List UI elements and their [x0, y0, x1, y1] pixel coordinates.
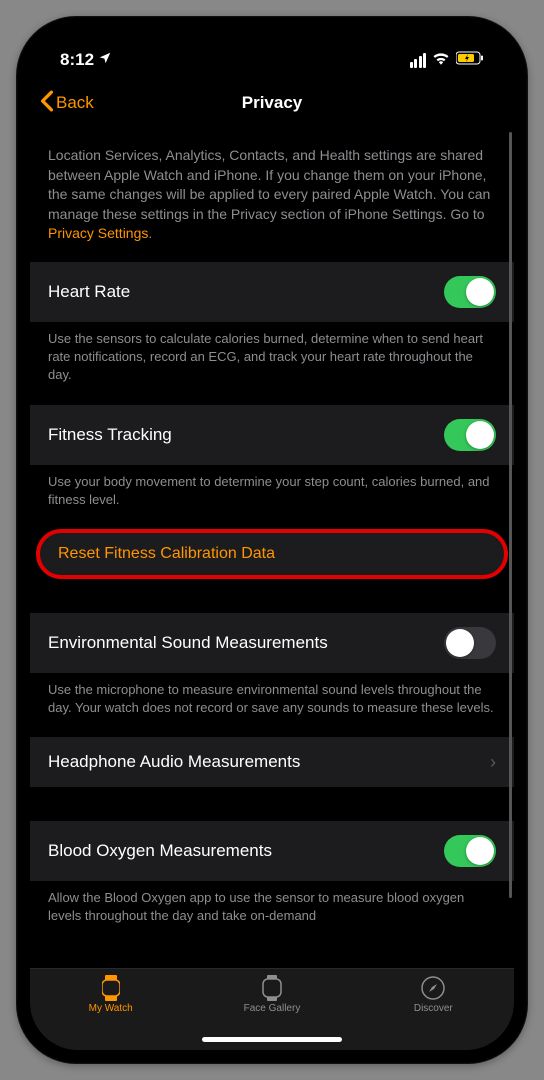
intro-text: Location Services, Analytics, Contacts, …	[30, 126, 514, 262]
blood-oxygen-row: Blood Oxygen Measurements	[30, 821, 514, 881]
tab-discover[interactable]: Discover	[353, 975, 513, 1050]
env-sound-row: Environmental Sound Measurements	[30, 613, 514, 673]
home-indicator[interactable]	[202, 1037, 342, 1042]
chevron-right-icon: ›	[490, 752, 496, 773]
headphone-audio-label: Headphone Audio Measurements	[48, 752, 300, 772]
compass-icon	[420, 975, 446, 1001]
reset-calibration-label: Reset Fitness Calibration Data	[58, 545, 275, 563]
fitness-tracking-row: Fitness Tracking	[30, 405, 514, 465]
heart-rate-label: Heart Rate	[48, 282, 130, 302]
wifi-icon	[432, 50, 450, 70]
page-title: Privacy	[242, 93, 303, 113]
headphone-audio-row[interactable]: Headphone Audio Measurements ›	[30, 737, 514, 787]
heart-rate-footer: Use the sensors to calculate calories bu…	[30, 322, 514, 405]
tab-discover-label: Discover	[414, 1003, 453, 1014]
phone-frame: 8:12 Back Privacy	[16, 16, 528, 1064]
heart-rate-row: Heart Rate	[30, 262, 514, 322]
fitness-tracking-toggle[interactable]	[444, 419, 496, 451]
location-icon	[98, 50, 112, 70]
scroll-indicator[interactable]	[509, 132, 512, 898]
reset-calibration-row[interactable]: Reset Fitness Calibration Data	[36, 529, 508, 579]
tab-my-watch[interactable]: My Watch	[31, 975, 191, 1050]
privacy-settings-link[interactable]: Privacy Settings	[48, 225, 148, 241]
watch-icon	[98, 975, 124, 1001]
notch	[167, 30, 377, 60]
blood-oxygen-toggle[interactable]	[444, 835, 496, 867]
face-gallery-icon	[259, 975, 285, 1001]
phone-screen: 8:12 Back Privacy	[30, 30, 514, 1050]
blood-oxygen-footer: Allow the Blood Oxygen app to use the se…	[30, 881, 514, 945]
tab-face-gallery-label: Face Gallery	[244, 1003, 301, 1014]
content-scroll[interactable]: Location Services, Analytics, Contacts, …	[30, 126, 514, 968]
tab-my-watch-label: My Watch	[89, 1003, 133, 1014]
heart-rate-toggle[interactable]	[444, 276, 496, 308]
chevron-left-icon	[40, 90, 54, 117]
fitness-tracking-label: Fitness Tracking	[48, 425, 172, 445]
env-sound-footer: Use the microphone to measure environmen…	[30, 673, 514, 737]
cellular-signal-icon	[410, 53, 427, 68]
status-time: 8:12	[60, 50, 94, 70]
env-sound-label: Environmental Sound Measurements	[48, 633, 328, 653]
env-sound-toggle[interactable]	[444, 627, 496, 659]
nav-bar: Back Privacy	[30, 80, 514, 126]
back-button[interactable]: Back	[40, 90, 94, 117]
blood-oxygen-label: Blood Oxygen Measurements	[48, 841, 272, 861]
battery-icon	[456, 50, 484, 70]
fitness-tracking-footer: Use your body movement to determine your…	[30, 465, 514, 529]
back-label: Back	[56, 93, 94, 113]
